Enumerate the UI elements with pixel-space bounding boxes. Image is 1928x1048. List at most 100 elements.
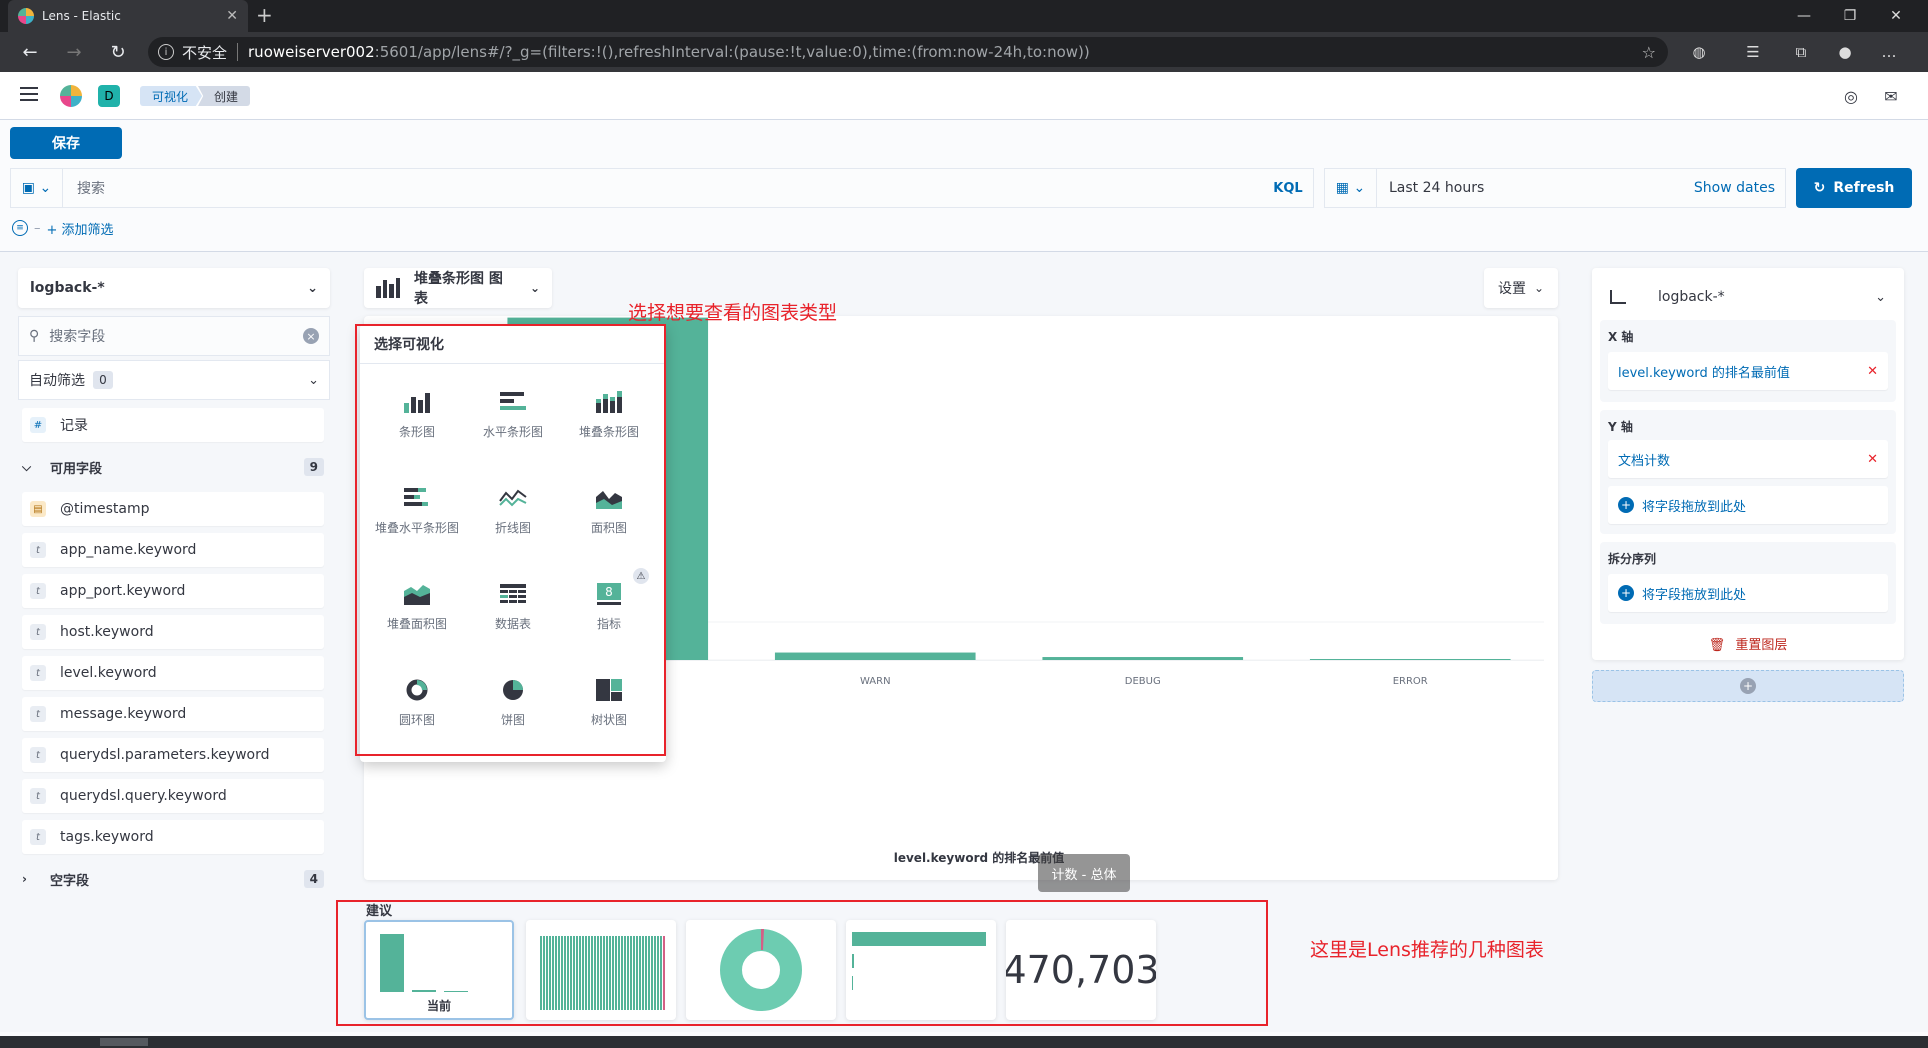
new-tab-button[interactable]: + xyxy=(256,3,273,27)
filter-icon[interactable]: ≡ xyxy=(12,220,28,236)
suggestion-column[interactable] xyxy=(526,920,676,1020)
field-name: message.keyword xyxy=(60,706,187,722)
field-item[interactable]: ▤ @timestamp xyxy=(22,492,324,526)
suggestion-horizontal-bar[interactable] xyxy=(846,920,996,1020)
y-dimension-label: 文档计数 xyxy=(1618,453,1671,469)
suggestion-hbar-thumbnail xyxy=(852,932,986,990)
refresh-button[interactable]: ↻ Refresh xyxy=(1796,168,1912,208)
viz-option-metric[interactable]: 8 指标 ⚠ xyxy=(561,558,657,654)
index-pattern-select[interactable]: logback-* ⌄ xyxy=(18,268,330,308)
add-layer-button[interactable]: + xyxy=(1592,670,1904,702)
menu-icon[interactable] xyxy=(20,87,38,101)
browser-tab[interactable]: Lens - Elastic ✕ xyxy=(8,0,248,32)
thumbnail-column xyxy=(609,936,611,1010)
space-avatar[interactable]: D xyxy=(98,85,120,107)
field-item[interactable]: t querydsl.parameters.keyword xyxy=(22,738,324,772)
suggestion-metric[interactable]: 470,703 xyxy=(1006,920,1156,1020)
saved-query-icon[interactable]: ▣ ⌄ xyxy=(11,169,63,207)
chart-type-switcher[interactable]: 堆叠条形图 图表 ⌄ xyxy=(364,268,552,308)
taskbar-item xyxy=(100,1038,148,1046)
field-search-input[interactable]: ⚲ 搜索字段 × xyxy=(18,316,330,356)
viz-option-donut-chart[interactable]: 圆环图 xyxy=(369,654,465,750)
viz-option-pie-chart[interactable]: 饼图 xyxy=(465,654,561,750)
index-pattern-label: logback-* xyxy=(30,280,105,296)
show-dates-link[interactable]: Show dates xyxy=(1694,180,1785,196)
viz-option-data-table[interactable]: 数据表 xyxy=(465,558,561,654)
thumbnail-column xyxy=(630,936,632,1010)
remove-icon[interactable]: ✕ xyxy=(1867,452,1878,467)
layer-index-pattern: logback-* xyxy=(1658,289,1725,305)
extension-icon[interactable]: ◍ xyxy=(1688,41,1710,63)
layer-header[interactable]: logback-* ⌄ xyxy=(1610,282,1886,312)
viz-option-stacked-horizontal-bar[interactable]: 堆叠水平条形图 xyxy=(369,462,465,558)
x-axis-dimension[interactable]: level.keyword 的排名最前值 ✕ xyxy=(1608,352,1888,390)
remove-icon[interactable]: ✕ xyxy=(1867,364,1878,379)
available-fields-header[interactable]: ⌵ 可用字段 9 xyxy=(22,456,324,478)
forward-icon[interactable]: → xyxy=(62,40,86,64)
field-item[interactable]: t message.keyword xyxy=(22,697,324,731)
search-input[interactable]: 搜索 xyxy=(63,178,1263,198)
field-item[interactable]: t app_name.keyword xyxy=(22,533,324,567)
thumbnail-column xyxy=(597,936,599,1010)
back-icon[interactable]: ← xyxy=(18,40,42,64)
viz-option-horizontal-bar[interactable]: 水平条形图 xyxy=(465,366,561,462)
kql-toggle[interactable]: KQL xyxy=(1263,181,1313,196)
thumbnail-column xyxy=(552,936,554,1010)
suggestion-donut[interactable] xyxy=(686,920,836,1020)
viz-option-area-chart[interactable]: 面积图 xyxy=(561,462,657,558)
y-axis-label: Y 轴 xyxy=(1608,420,1633,434)
viz-option-treemap[interactable]: 树状图 xyxy=(561,654,657,750)
refresh-label: Refresh xyxy=(1833,180,1895,196)
suggestion-current[interactable]: 当前 xyxy=(364,920,514,1020)
field-item[interactable]: t app_port.keyword xyxy=(22,574,324,608)
viz-option-line-chart[interactable]: 折线图 xyxy=(465,462,561,558)
favorites-icon[interactable]: ☰ xyxy=(1742,41,1764,63)
field-item[interactable]: t host.keyword xyxy=(22,615,324,649)
viz-option-stacked-bar[interactable]: 堆叠条形图 xyxy=(561,366,657,462)
thumbnail-column xyxy=(639,936,641,1010)
thumbnail-column xyxy=(555,936,557,1010)
viz-option-stacked-area[interactable]: 堆叠面积图 xyxy=(369,558,465,654)
thumbnail-column xyxy=(648,936,650,1010)
split-drop-zone[interactable]: + 将字段拖放到此处 xyxy=(1608,574,1888,612)
tab-close-icon[interactable]: ✕ xyxy=(226,8,238,24)
y-axis-dimension[interactable]: 文档计数 ✕ xyxy=(1608,440,1888,478)
thumbnail-column xyxy=(579,936,581,1010)
field-name: host.keyword xyxy=(60,624,154,640)
save-button[interactable]: 保存 xyxy=(10,127,122,159)
chevron-right-icon: › xyxy=(22,872,27,886)
mail-icon[interactable]: ✉ xyxy=(1880,85,1902,107)
elastic-logo-icon[interactable] xyxy=(60,85,82,107)
close-window-button[interactable]: ✕ xyxy=(1868,0,1924,32)
collections-icon[interactable]: ⧉ xyxy=(1790,41,1812,63)
thumbnail-column xyxy=(561,936,563,1010)
field-item[interactable]: t level.keyword xyxy=(22,656,324,690)
field-item[interactable]: t querydsl.query.keyword xyxy=(22,779,324,813)
field-item[interactable]: t tags.keyword xyxy=(22,820,324,854)
reset-layer-button[interactable]: 🗑 重置图层 xyxy=(1592,634,1904,653)
empty-fields-header[interactable]: › 空字段 4 xyxy=(22,868,324,890)
field-name: querydsl.query.keyword xyxy=(60,788,227,804)
plus-icon: + xyxy=(1618,585,1634,601)
donut-chart-icon xyxy=(406,679,428,700)
calendar-icon[interactable]: ▦ ⌄ xyxy=(1325,169,1377,207)
auto-filter-toggle[interactable]: 自动筛选 0 ⌄ xyxy=(18,360,330,400)
records-label: 记录 xyxy=(60,418,88,434)
y-axis-drop-zone[interactable]: + 将字段拖放到此处 xyxy=(1608,486,1888,524)
reload-icon[interactable]: ↻ xyxy=(106,40,130,64)
url-field[interactable]: i 不安全 ruoweiserver002 :5601/app/lens#/?_… xyxy=(148,37,1668,67)
more-menu-icon[interactable]: … xyxy=(1878,41,1900,63)
add-filter-link[interactable]: + 添加筛选 xyxy=(47,219,114,238)
breadcrumb-visualize[interactable]: 可视化 xyxy=(140,86,202,106)
time-range[interactable]: Last 24 hours xyxy=(1377,180,1694,196)
thumbnail-column xyxy=(558,936,560,1010)
info-icon[interactable]: i xyxy=(158,44,174,60)
warning-icon: ⚠ xyxy=(633,568,649,584)
profile-avatar-icon[interactable]: ● xyxy=(1834,41,1856,63)
field-records[interactable]: # 记录 xyxy=(22,408,324,442)
clear-icon[interactable]: × xyxy=(303,328,319,344)
settings-button[interactable]: 设置 ⌄ xyxy=(1484,268,1558,308)
bookmark-star-icon[interactable]: ☆ xyxy=(1642,43,1656,62)
help-icon[interactable]: ◎ xyxy=(1840,85,1862,107)
viz-option-bar-chart[interactable]: 条形图 xyxy=(369,366,465,462)
